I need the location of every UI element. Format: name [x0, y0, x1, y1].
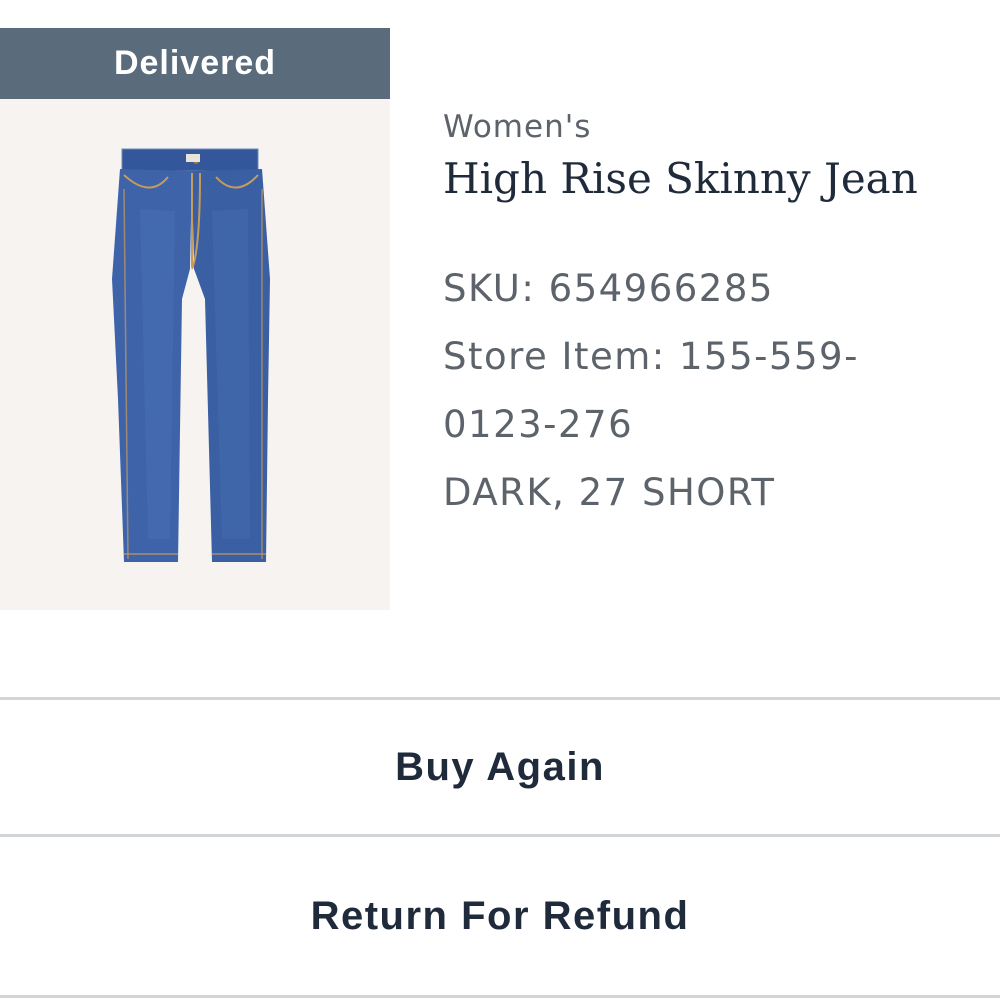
- divider-bottom: [0, 995, 1000, 998]
- product-image[interactable]: [0, 99, 390, 610]
- buy-again-button[interactable]: Buy Again: [0, 700, 1000, 834]
- product-name[interactable]: High Rise Skinny Jean: [443, 149, 988, 209]
- product-meta: SKU: 654966285 Store Item: 155-559- 0123…: [443, 255, 923, 527]
- store-item-line1: Store Item: 155-559-: [443, 335, 859, 378]
- status-label: Delivered: [113, 44, 277, 82]
- sku-text: SKU: 654966285: [443, 267, 774, 310]
- product-details: Women's High Rise Skinny Jean SKU: 65496…: [443, 105, 988, 527]
- order-item-page: Delivered Women's High Rise Skinny Jean …: [0, 0, 1000, 999]
- store-item-line2: 0123-276: [443, 403, 634, 446]
- product-card-image[interactable]: Delivered: [0, 28, 390, 610]
- status-banner: Delivered: [0, 28, 390, 99]
- variant-text: DARK, 27 SHORT: [443, 471, 776, 514]
- product-category: Women's: [443, 109, 592, 145]
- return-for-refund-button[interactable]: Return For Refund: [0, 837, 1000, 995]
- jeans-image: [0, 99, 390, 610]
